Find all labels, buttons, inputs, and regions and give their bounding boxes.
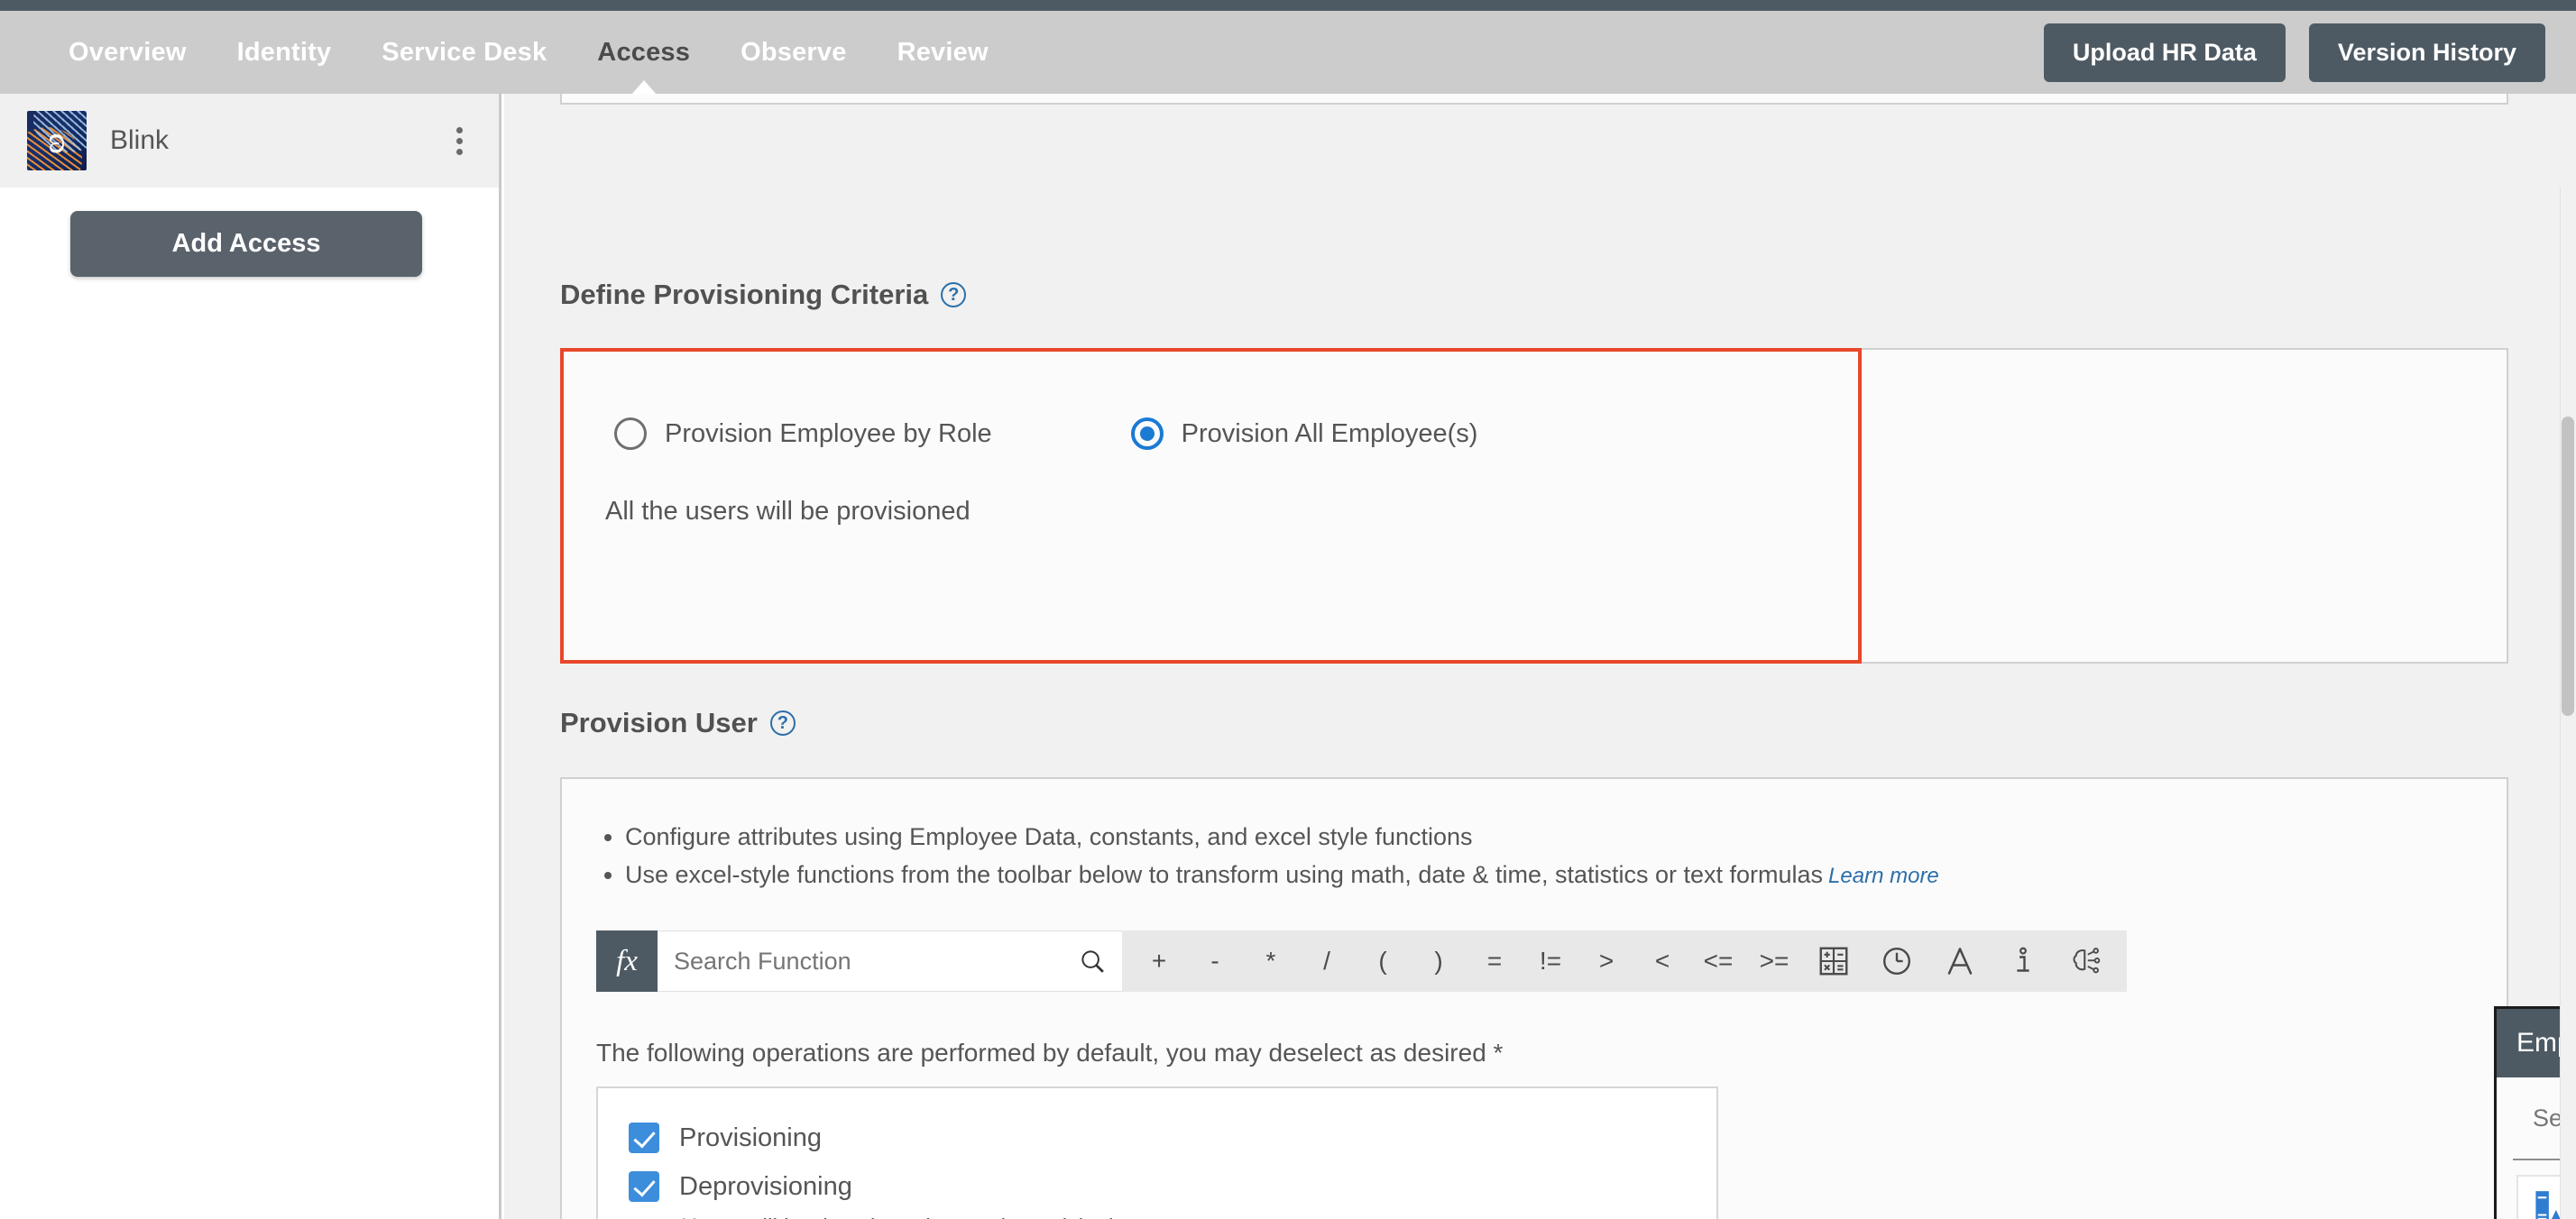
nav-item-service-desk[interactable]: Service Desk — [356, 11, 572, 94]
learn-more-link[interactable]: Learn more — [1828, 864, 1939, 888]
radio-provision-employee-by-role[interactable]: Provision Employee by Role — [614, 417, 992, 450]
page-scrollbar-thumb[interactable] — [2562, 417, 2574, 716]
nav-actions: Upload HR Data Version History — [2043, 23, 2545, 82]
criteria-title-text: Define Provisioning Criteria — [560, 279, 929, 310]
ai-brain-icon[interactable] — [2055, 945, 2118, 977]
criteria-note-text: All the users will be provisioned — [605, 497, 971, 526]
main-navbar: Overview Identity Service Desk Access Ob… — [0, 11, 2576, 94]
provisioning-criteria-card: Provision Employee by Role Provision All… — [560, 348, 2508, 664]
provisioning-checkbox[interactable] — [629, 1123, 659, 1153]
info-icon[interactable] — [1992, 945, 2055, 977]
operator-multiply[interactable]: * — [1243, 947, 1299, 976]
add-access-button[interactable]: Add Access — [70, 211, 422, 277]
operator-open-paren[interactable]: ( — [1355, 947, 1411, 976]
checkbox-row-provisioning[interactable]: Provisioning — [598, 1123, 1716, 1153]
upload-hr-data-button[interactable]: Upload HR Data — [2043, 23, 2286, 82]
search-function-input[interactable] — [674, 947, 1079, 976]
formula-toolbar: fx + - * / ( ) = != > < <= >= — [596, 930, 2127, 992]
provision-bullet-2: Use excel-style functions from the toolb… — [625, 857, 2507, 894]
provision-title-text: Provision User — [560, 707, 758, 738]
operator-divide[interactable]: / — [1299, 947, 1355, 976]
radio-provision-all-employees[interactable]: Provision All Employee(s) — [1130, 417, 1478, 450]
app-name-label: Blink — [110, 125, 170, 155]
text-a-icon[interactable] — [1928, 945, 1992, 977]
deprovisioning-sub-note: Users will be deactivated upon deprovisi… — [679, 1214, 1716, 1219]
checkbox-row-deprovisioning[interactable]: Deprovisioning — [598, 1171, 1716, 1202]
search-icon[interactable] — [1079, 948, 1106, 975]
radio-label-by-role: Provision Employee by Role — [665, 418, 992, 448]
deprovisioning-checkbox[interactable] — [629, 1171, 659, 1202]
window-top-strip — [0, 0, 2576, 11]
operations-note: The following operations are performed b… — [596, 1039, 1504, 1067]
define-provisioning-criteria-title: Define Provisioning Criteria ? — [560, 279, 967, 311]
operator-not-equals[interactable]: != — [1523, 947, 1578, 976]
app-header: ʚ Blink — [0, 94, 499, 188]
previous-card-cutoff — [560, 94, 2508, 105]
nav-item-observe[interactable]: Observe — [715, 11, 871, 94]
operator-less-than[interactable]: < — [1634, 947, 1690, 976]
operations-checkbox-box: Provisioning Deprovisioning Users will b… — [596, 1086, 1718, 1219]
nav-item-review[interactable]: Review — [872, 11, 1014, 94]
nav-items: Overview Identity Service Desk Access Ob… — [43, 11, 1014, 94]
function-search-box — [658, 930, 1122, 992]
source-field-icon — [2535, 1191, 2561, 1219]
radio-circle-by-role-icon[interactable] — [614, 417, 647, 450]
provision-user-card: Configure attributes using Employee Data… — [560, 777, 2508, 1219]
provisioning-criteria-radio-group: Provision Employee by Role Provision All… — [614, 417, 1477, 450]
provision-bullets: Configure attributes using Employee Data… — [562, 779, 2507, 894]
provisioning-label: Provisioning — [679, 1123, 822, 1152]
add-access-wrap: Add Access — [0, 188, 499, 277]
operator-less-equal[interactable]: <= — [1690, 947, 1746, 976]
operator-minus[interactable]: - — [1187, 947, 1243, 976]
provision-bullet-1: Configure attributes using Employee Data… — [625, 819, 2507, 857]
version-history-button[interactable]: Version History — [2308, 23, 2545, 82]
nav-item-overview[interactable]: Overview — [43, 11, 212, 94]
radio-label-all-employees: Provision All Employee(s) — [1181, 418, 1478, 448]
clock-icon[interactable] — [1865, 945, 1928, 977]
nav-item-access[interactable]: Access — [572, 11, 715, 94]
operator-equals[interactable]: = — [1467, 947, 1523, 976]
left-sidebar: ʚ Blink Add Access — [0, 94, 501, 1219]
provision-help-icon[interactable]: ? — [769, 710, 796, 736]
blink-app-logo-icon: ʚ — [27, 111, 87, 170]
operator-greater-equal[interactable]: >= — [1746, 947, 1802, 976]
radio-circle-all-employees-icon[interactable] — [1130, 417, 1164, 450]
blink-logo-glyph: ʚ — [48, 120, 66, 161]
operator-buttons: + - * / ( ) = != > < <= >= — [1122, 930, 2127, 992]
operator-close-paren[interactable]: ) — [1411, 947, 1467, 976]
nav-item-identity[interactable]: Identity — [212, 11, 357, 94]
provision-user-title: Provision User ? — [560, 707, 796, 739]
criteria-help-icon[interactable]: ? — [941, 282, 967, 307]
deprovisioning-label: Deprovisioning — [679, 1171, 852, 1201]
fx-button[interactable]: fx — [596, 930, 658, 992]
provision-bullet-2-text: Use excel-style functions from the toolb… — [625, 860, 1824, 888]
operator-greater-than[interactable]: > — [1578, 947, 1634, 976]
operator-plus[interactable]: + — [1131, 947, 1187, 976]
app-more-options-icon[interactable] — [447, 122, 472, 160]
calculator-icon[interactable] — [1802, 945, 1865, 977]
main-content: Define Provisioning Criteria ? Provision… — [504, 94, 2576, 1219]
